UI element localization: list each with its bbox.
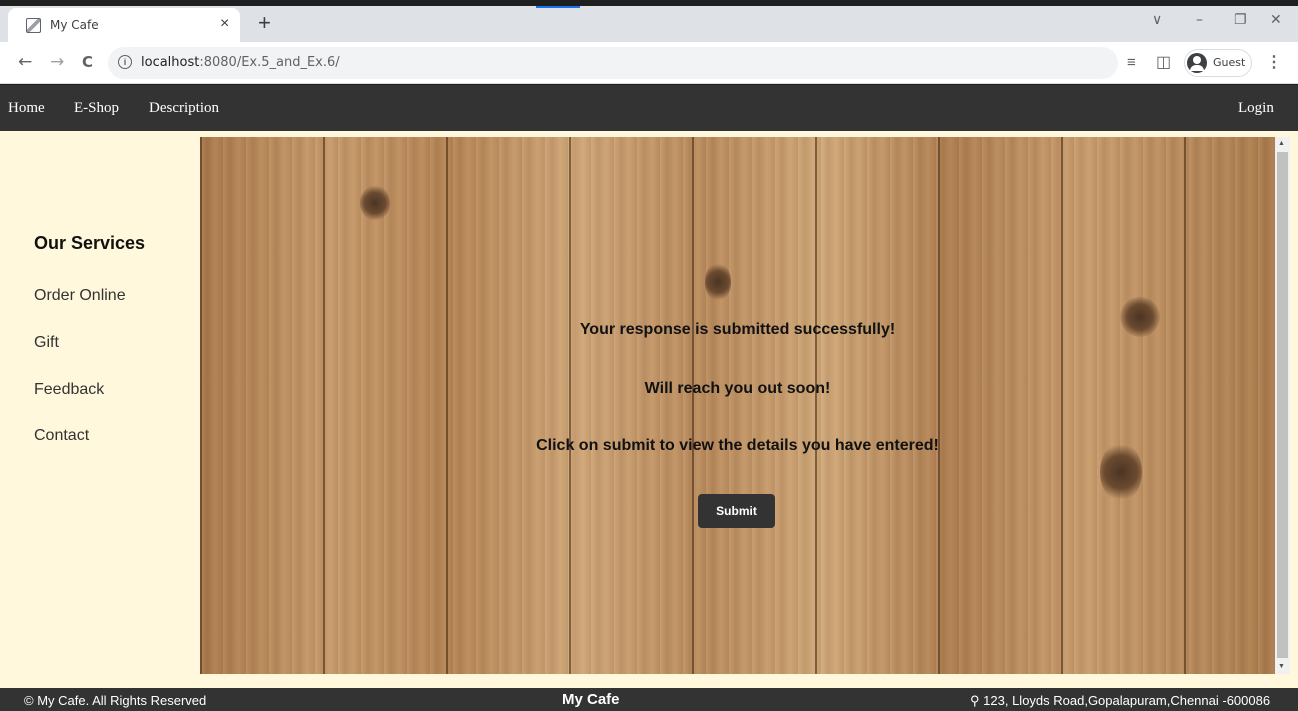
- map-marker-icon: ⚲: [970, 693, 980, 708]
- info-icon[interactable]: i: [118, 55, 132, 69]
- page-viewport: Home E-Shop Description Login Our Servic…: [0, 85, 1298, 711]
- footer-address-text: 123, Lloyds Road,Gopalapuram,Chennai -60…: [983, 693, 1271, 708]
- window-close-icon[interactable]: ✕: [1270, 12, 1282, 28]
- sidebar-item-order-online[interactable]: Order Online: [34, 287, 126, 305]
- window-top-edge: [0, 0, 1298, 6]
- address-bar[interactable]: i localhost:8080/Ex.5_and_Ex.6/: [108, 47, 1118, 79]
- nav-link-login[interactable]: Login: [1238, 100, 1274, 117]
- wood-knot: [360, 185, 390, 221]
- tab-title: My Cafe: [50, 18, 99, 32]
- follow-up-message: Will reach you out soon!: [644, 380, 831, 397]
- chevron-down-icon[interactable]: ∨: [1152, 12, 1162, 28]
- nav-link-home[interactable]: Home: [8, 100, 45, 117]
- profile-label: Guest: [1213, 56, 1246, 69]
- submit-button[interactable]: Submit: [698, 494, 775, 528]
- scroll-down-icon[interactable]: ▼: [1278, 663, 1285, 670]
- url-host: localhost: [141, 55, 200, 70]
- back-arrow-icon[interactable]: ←: [18, 52, 32, 72]
- footer-copyright: © My Cafe. All Rights Reserved: [24, 693, 207, 708]
- nav-link-eshop[interactable]: E-Shop: [74, 100, 119, 117]
- sidebar-item-feedback[interactable]: Feedback: [34, 381, 104, 399]
- wood-knot: [705, 262, 731, 302]
- footer-address: ⚲ 123, Lloyds Road,Gopalapuram,Chennai -…: [970, 693, 1270, 709]
- new-tab-icon[interactable]: +: [258, 12, 271, 34]
- sidebar-heading: Our Services: [34, 233, 146, 253]
- side-panel-icon[interactable]: ◫: [1156, 52, 1171, 72]
- sidebar-item-gift[interactable]: Gift: [34, 334, 59, 352]
- forward-arrow-icon[interactable]: →: [50, 52, 64, 72]
- instruction-message: Click on submit to view the details you …: [536, 437, 939, 454]
- scrollbar-thumb[interactable]: [1277, 152, 1288, 658]
- profile-button[interactable]: Guest: [1184, 49, 1252, 77]
- browser-toolbar: ← → C i localhost:8080/Ex.5_and_Ex.6/ ≡ …: [0, 42, 1298, 84]
- url-text: localhost:8080/Ex.5_and_Ex.6/: [141, 55, 340, 70]
- browser-tab[interactable]: My Cafe ×: [8, 8, 240, 42]
- url-path: :8080/Ex.5_and_Ex.6/: [199, 55, 340, 70]
- minimize-icon[interactable]: –: [1196, 12, 1203, 28]
- site-footer: © My Cafe. All Rights Reserved My Cafe ⚲…: [0, 688, 1298, 711]
- nav-link-description[interactable]: Description: [149, 100, 219, 117]
- kebab-menu-icon[interactable]: ⋮: [1266, 52, 1282, 72]
- reload-icon[interactable]: C: [82, 53, 93, 71]
- site-navbar: Home E-Shop Description Login: [0, 85, 1298, 131]
- footer-brand: My Cafe: [562, 691, 620, 708]
- restore-icon[interactable]: ❐: [1234, 12, 1247, 28]
- sidebar-item-contact[interactable]: Contact: [34, 427, 89, 445]
- page-scrollbar[interactable]: ▲ ▼: [1275, 137, 1290, 674]
- scroll-up-icon[interactable]: ▲: [1278, 140, 1285, 147]
- success-message: Your response is submitted successfully!: [579, 321, 896, 338]
- services-sidebar: Our Services Order Online Gift Feedback …: [14, 137, 200, 674]
- tab-close-icon[interactable]: ×: [220, 15, 229, 33]
- reading-list-icon[interactable]: ≡: [1127, 54, 1136, 71]
- avatar: [1187, 53, 1207, 73]
- wood-background-panel: Your response is submitted successfully!…: [200, 137, 1275, 674]
- image-icon: [26, 18, 41, 33]
- browser-tabstrip: My Cafe × + ∨ – ❐ ✕: [0, 0, 1298, 42]
- window-accent-line: [536, 6, 580, 8]
